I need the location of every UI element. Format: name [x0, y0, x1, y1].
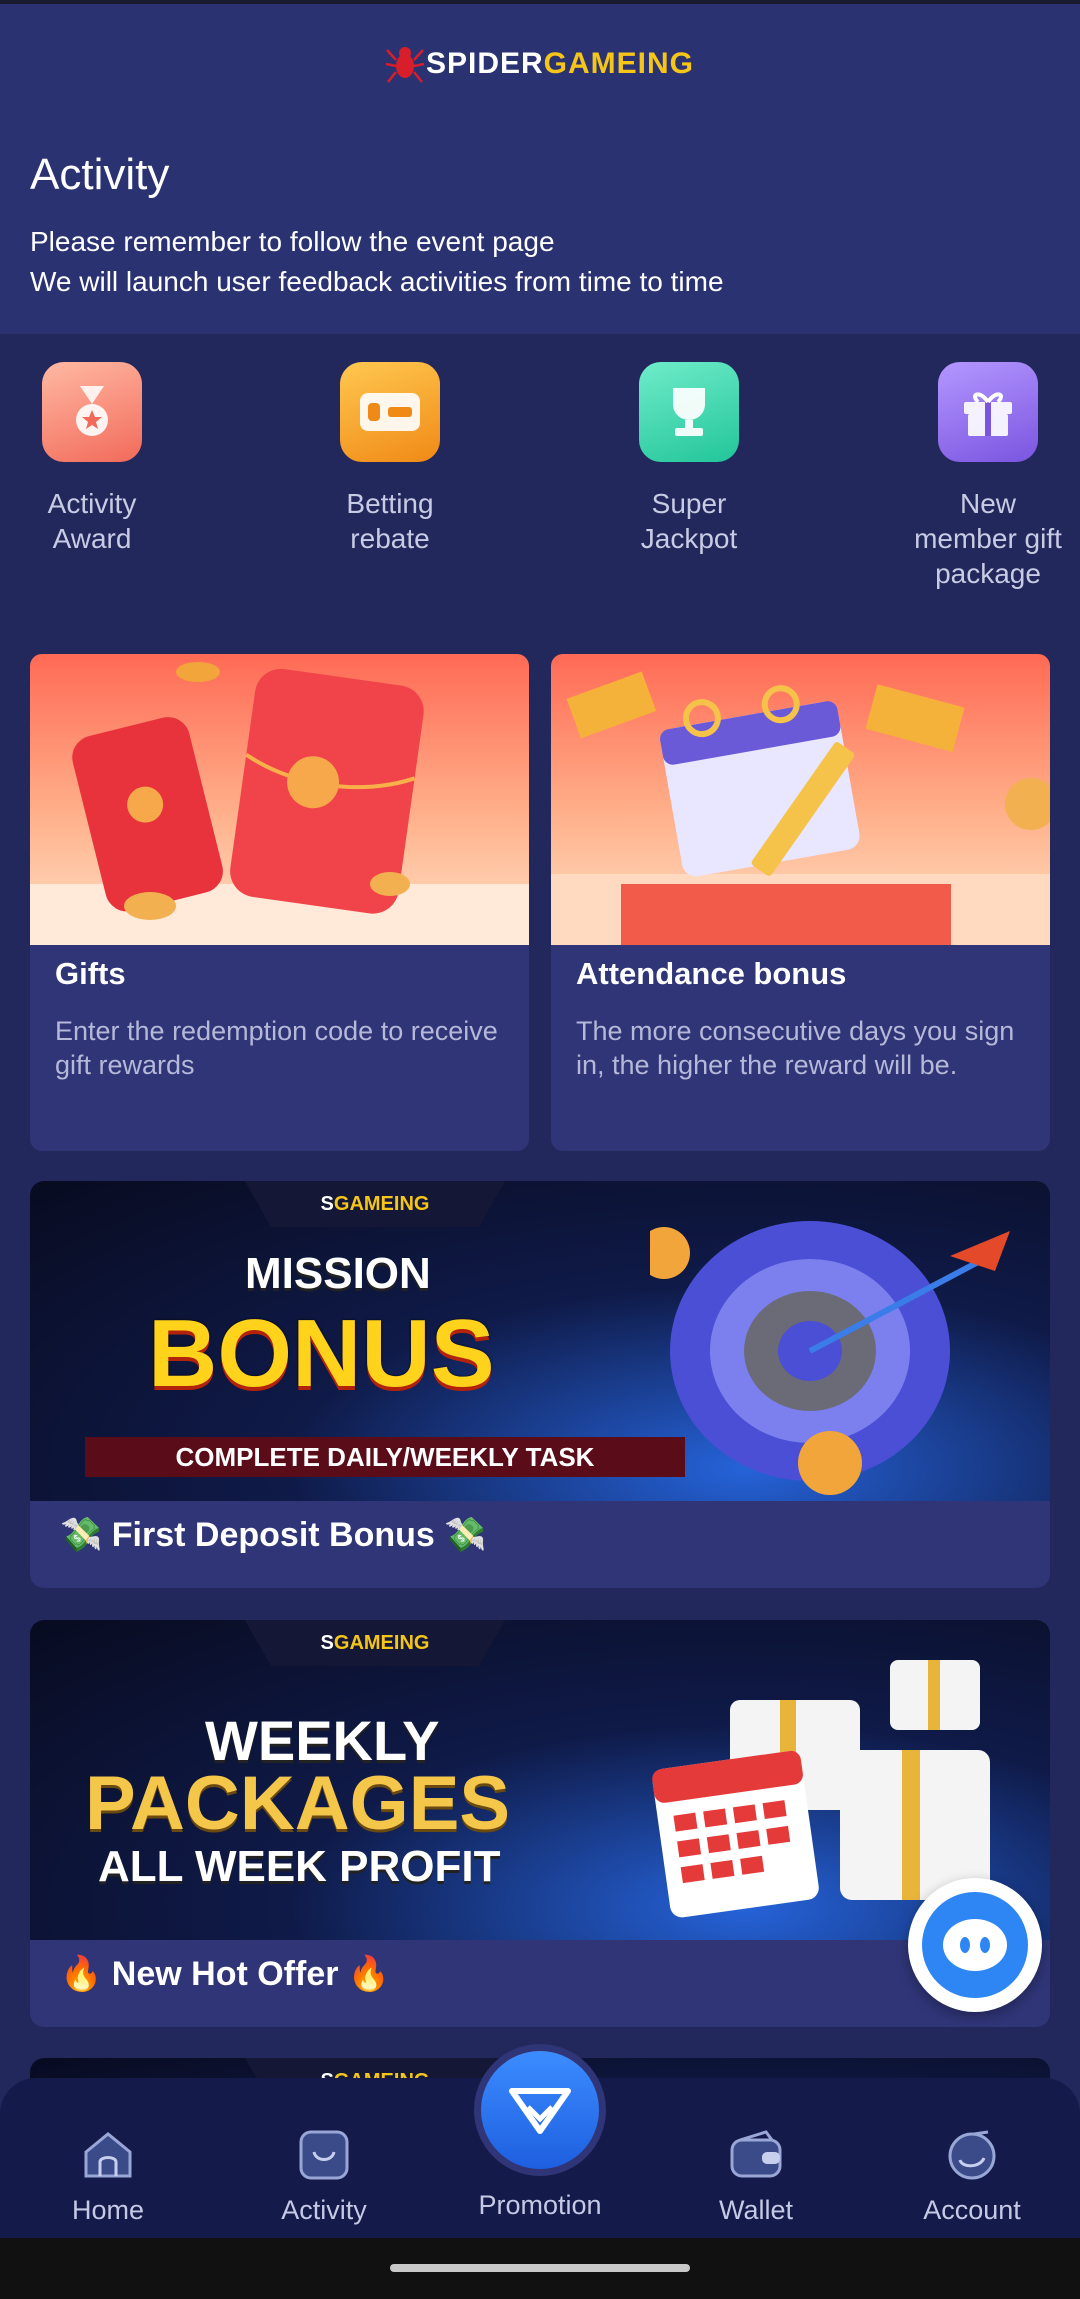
attendance-image — [551, 654, 1050, 945]
weekly-packages-banner[interactable]: S GAMEING WEEKLY PACKAGES ALL WEEK PROFIT… — [30, 1620, 1050, 2027]
weekly-packages-image: S GAMEING WEEKLY PACKAGES ALL WEEK PROFIT — [30, 1620, 1050, 1940]
gifts-image — [30, 654, 529, 945]
gift-icon — [938, 362, 1038, 462]
category-label: Activity Award — [47, 488, 137, 554]
nav-promotion[interactable]: Promotion — [460, 2126, 620, 2221]
chat-support-button[interactable] — [908, 1878, 1042, 2012]
category-super-jackpot[interactable]: Super Jackpot — [609, 362, 769, 556]
rebate-icon — [340, 362, 440, 462]
page-title: Activity — [30, 150, 170, 199]
banner-headline-2: BONUS — [148, 1300, 495, 1407]
chat-icon — [922, 1892, 1028, 1998]
nav-home[interactable]: Home — [28, 2126, 188, 2226]
mission-bonus-image: S GAMEING MISSION BONUS COMPLETE DAILY/WE… — [30, 1181, 1050, 1501]
card-title: Attendance bonus — [576, 956, 847, 991]
attendance-bonus-card[interactable]: Attendance bonus The more consecutive da… — [551, 654, 1050, 1151]
header-line-1: Please remember to follow the event page — [30, 226, 555, 257]
banner-title: 💸 First Deposit Bonus 💸 — [60, 1516, 487, 1554]
nav-label: Promotion — [478, 2190, 602, 2220]
nav-activity[interactable]: Activity — [244, 2126, 404, 2226]
category-label: Betting rebate — [346, 488, 434, 554]
brand-part2: GAMEING — [543, 47, 695, 80]
card-description: The more consecutive days you sign in, t… — [576, 1016, 1015, 1080]
target-icon — [650, 1221, 1010, 1495]
brand-part1: SPIDER — [425, 47, 544, 80]
wallet-icon — [730, 2130, 782, 2178]
banner-headline-1: MISSION — [245, 1249, 431, 1298]
nav-label: Home — [71, 2195, 145, 2225]
nav-account[interactable]: Account — [892, 2126, 1052, 2226]
nav-wallet[interactable]: Wallet — [676, 2126, 836, 2226]
trophy-icon — [639, 362, 739, 462]
card-title: Gifts — [55, 956, 126, 991]
card-description: Enter the redemption code to receive gif… — [55, 1016, 498, 1080]
category-activity-award[interactable]: Activity Award — [12, 362, 172, 556]
banner-brand: SGAMEING — [245, 1181, 505, 1227]
home-indicator[interactable] — [390, 2264, 690, 2272]
nav-label: Activity — [281, 2195, 367, 2225]
category-new-member-gift[interactable]: New member gift package — [908, 362, 1068, 591]
activity-icon — [299, 2130, 349, 2180]
category-label: Super Jackpot — [640, 488, 738, 554]
category-label: New member gift package — [914, 488, 1062, 589]
banner-title: 🔥 New Hot Offer 🔥 — [60, 1955, 391, 1993]
nav-label: Wallet — [718, 2195, 793, 2225]
medal-icon — [42, 362, 142, 462]
header-line-2: We will launch user feedback activities … — [30, 266, 724, 297]
category-betting-rebate[interactable]: Betting rebate — [310, 362, 470, 556]
banner-tagline: COMPLETE DAILY/WEEKLY TASK — [85, 1437, 685, 1477]
banner-headline-2: PACKAGES — [85, 1761, 511, 1846]
spider-icon — [385, 47, 424, 83]
header: SPIDER GAMEING Activity Please remember t… — [0, 4, 1080, 334]
brand-logo: SPIDER GAMEING — [0, 40, 1080, 88]
nav-label: Account — [923, 2195, 1021, 2225]
account-icon — [948, 2130, 996, 2180]
banner-brand: SGAMEING — [245, 1620, 505, 1666]
banner-tagline: ALL WEEK PROFIT — [98, 1842, 501, 1891]
home-icon — [84, 2132, 132, 2178]
gifts-card[interactable]: Gifts Enter the redemption code to recei… — [30, 654, 529, 1151]
mission-bonus-banner[interactable]: S GAMEING MISSION BONUS COMPLETE DAILY/WE… — [30, 1181, 1050, 1588]
